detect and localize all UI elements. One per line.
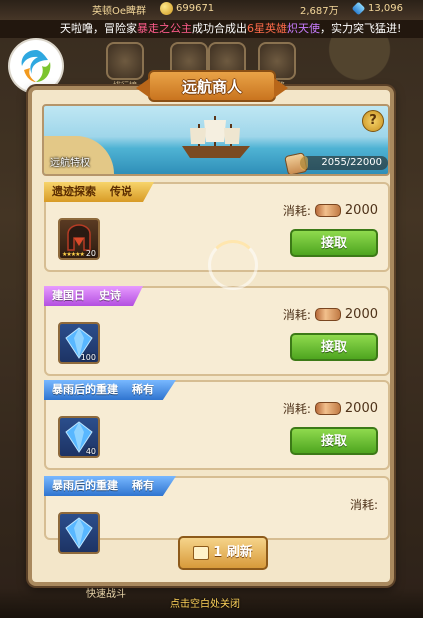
gem-counter: 13,096 bbox=[351, 1, 403, 16]
item-count: 100 bbox=[80, 353, 96, 362]
reward-item[interactable] bbox=[58, 512, 100, 554]
quest-cost: 消耗: 2000 bbox=[283, 202, 378, 219]
star-rating-icon: ★★★★★ bbox=[62, 251, 85, 258]
gold-counter: 699671 bbox=[160, 2, 214, 15]
quest-tag: 建国日 史诗 bbox=[44, 286, 143, 306]
scroll-cost-icon bbox=[314, 308, 341, 321]
quest-rarity: 稀有 bbox=[132, 383, 154, 396]
quick-battle-label[interactable]: 快速战斗 bbox=[86, 585, 126, 600]
progress-text: 2055/22000 bbox=[321, 157, 382, 168]
quest-tag: 暴雨后的重建 稀有 bbox=[44, 380, 176, 400]
quest-rarity: 稀有 bbox=[132, 479, 154, 492]
voyage-pass-label[interactable]: 远航特权 bbox=[50, 154, 90, 169]
reward-item[interactable]: 40 bbox=[58, 416, 100, 458]
reward-item[interactable]: 100 bbox=[58, 322, 100, 364]
bottom-bar: 快速战斗 点击空白处关闭 bbox=[0, 588, 423, 618]
announce-player: 暴走之公主 bbox=[137, 22, 192, 35]
quest-card: 暴雨后的重建 稀有 40 消耗: 2000 接取 bbox=[44, 380, 390, 470]
quest-cost: 消耗: 2000 bbox=[283, 400, 378, 417]
close-hint: 点击空白处关闭 bbox=[170, 599, 240, 610]
loading-spinner bbox=[208, 240, 258, 290]
refresh-label: 1 刷新 bbox=[213, 545, 253, 560]
ticket-icon bbox=[193, 545, 210, 560]
quest-cost: 消耗: bbox=[350, 496, 378, 513]
item-count: 40 bbox=[85, 447, 96, 456]
quest-rarity: 传说 bbox=[110, 185, 132, 198]
cost-value: 2000 bbox=[344, 203, 378, 218]
cost-label: 消耗: bbox=[282, 308, 311, 322]
cost-label: 消耗: bbox=[349, 498, 378, 512]
help-button[interactable]: ? bbox=[362, 110, 384, 132]
player-name: 英顿Oe睥群 bbox=[92, 2, 146, 17]
swirl-logo-icon bbox=[21, 50, 51, 82]
ship-icon bbox=[182, 116, 250, 158]
crystal-icon bbox=[65, 517, 93, 549]
coin-icon bbox=[160, 2, 173, 15]
quest-tag: 暴雨后的重建 稀有 bbox=[44, 476, 176, 496]
quest-cost: 消耗: 2000 bbox=[283, 306, 378, 323]
voyage-banner: 远航特权 ? 2055/22000 bbox=[42, 104, 390, 176]
gem-value: 13,096 bbox=[368, 3, 403, 14]
announcement-ticker: 天啦噜，冒险家暴走之公主成功合成出6星英雄炽天使，实力突飞猛进! bbox=[0, 20, 423, 38]
refresh-button[interactable]: 1 刷新 bbox=[178, 536, 268, 570]
announce-suffix: ，实力突飞猛进! bbox=[320, 22, 402, 35]
accept-quest-button[interactable]: 接取 bbox=[290, 427, 378, 455]
gem-icon bbox=[351, 1, 366, 16]
gold-value: 699671 bbox=[176, 3, 215, 14]
announce-prefix: 天啦噜，冒险家 bbox=[60, 22, 137, 35]
ranking-menu-button[interactable]: 排行榜 bbox=[106, 42, 144, 90]
announce-middle: 成功合成出 bbox=[192, 22, 247, 35]
announce-hero: 炽天使 bbox=[287, 22, 320, 35]
quest-card: 建国日 史诗 100 消耗: 2000 接取 bbox=[44, 286, 390, 376]
player-name-text: 英顿Oe睥群 bbox=[92, 6, 147, 17]
app-logo bbox=[10, 40, 62, 92]
quest-tag: 遗迹探索 传说 bbox=[44, 182, 154, 202]
cost-label: 消耗: bbox=[282, 204, 311, 218]
quest-name: 遗迹探索 bbox=[52, 185, 96, 198]
voyage-progress-bar: 2055/22000 bbox=[300, 156, 388, 170]
quest-name: 暴雨后的重建 bbox=[52, 383, 118, 396]
quest-name: 暴雨后的重建 bbox=[52, 479, 118, 492]
reward-item[interactable]: ★★★★★ 20 bbox=[58, 218, 100, 260]
cost-value: 2000 bbox=[344, 307, 378, 322]
item-count: 20 bbox=[85, 249, 96, 258]
announce-star: 6星英雄 bbox=[247, 22, 287, 35]
panel-title: 远航商人 bbox=[148, 70, 276, 102]
scroll-cost-icon bbox=[314, 402, 341, 415]
cost-label: 消耗: bbox=[282, 402, 311, 416]
energy-value: 2,687万 bbox=[300, 6, 339, 17]
progress-fill bbox=[300, 156, 309, 170]
scroll-cost-icon bbox=[314, 204, 341, 217]
cost-value: 2000 bbox=[344, 401, 378, 416]
resource-bar: 英顿Oe睥群 699671 2,687万 13,096 bbox=[0, 0, 423, 20]
accept-quest-button[interactable]: 接取 bbox=[290, 229, 378, 257]
quest-rarity: 史诗 bbox=[99, 289, 121, 302]
energy-counter: 2,687万 bbox=[300, 2, 339, 17]
quest-card: 暴雨后的重建 稀有消耗: bbox=[44, 476, 390, 554]
accept-quest-button[interactable]: 接取 bbox=[290, 333, 378, 361]
quest-name: 建国日 bbox=[52, 289, 85, 302]
